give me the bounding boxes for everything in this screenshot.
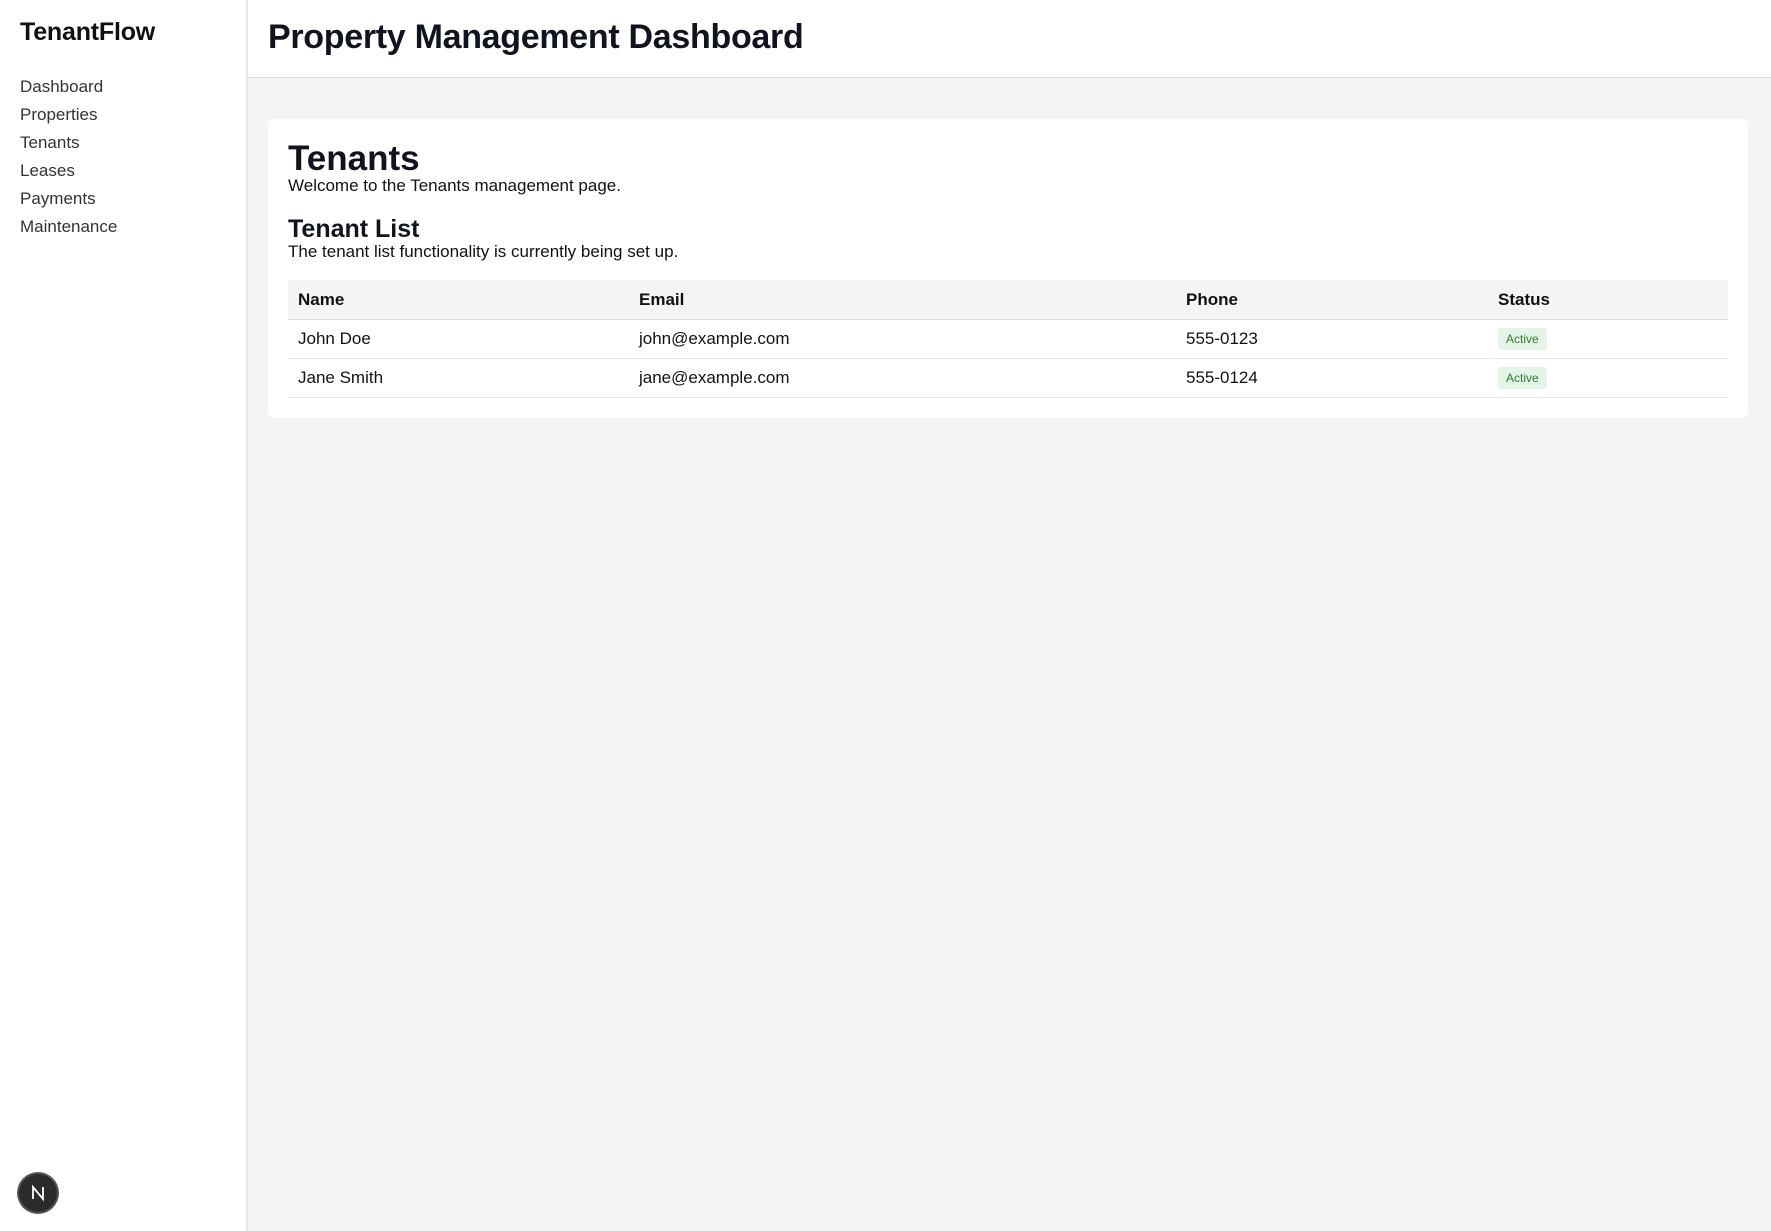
tenants-card: Tenants Welcome to the Tenants managemen… xyxy=(268,119,1748,418)
tenant-status-cell: Active xyxy=(1488,319,1728,359)
intro-text: Welcome to the Tenants management page. xyxy=(288,176,621,195)
column-header-email: Email xyxy=(629,280,1176,320)
sidebar-item-properties[interactable]: Properties xyxy=(20,104,117,132)
tenant-list-note: The tenant list functionality is current… xyxy=(288,242,679,261)
tenant-name: Jane Smith xyxy=(288,358,629,398)
nextjs-logo-icon xyxy=(32,1184,44,1202)
main-content: Property Management Dashboard Tenants We… xyxy=(248,0,1771,1231)
tenant-email: john@example.com xyxy=(629,319,1176,359)
nextjs-devtools-button[interactable] xyxy=(19,1174,57,1212)
tenant-email: jane@example.com xyxy=(629,358,1176,398)
sidebar-item-dashboard[interactable]: Dashboard xyxy=(20,76,117,104)
tenant-table: Name Email Phone Status John Doe john@ex… xyxy=(288,280,1728,398)
brand-logo[interactable]: TenantFlow xyxy=(20,18,155,47)
sidebar-item-tenants[interactable]: Tenants xyxy=(20,132,117,160)
table-row[interactable]: Jane Smith jane@example.com 555-0124 Act… xyxy=(288,358,1728,398)
sidebar-nav: Dashboard Properties Tenants Leases Paym… xyxy=(20,76,117,244)
top-header: Property Management Dashboard xyxy=(248,0,1771,78)
tenant-name: John Doe xyxy=(288,319,629,359)
page-title: Property Management Dashboard xyxy=(268,18,804,56)
section-heading: Tenants xyxy=(288,139,420,178)
table-row[interactable]: John Doe john@example.com 555-0123 Activ… xyxy=(288,319,1728,359)
sidebar-item-payments[interactable]: Payments xyxy=(20,188,117,216)
column-header-phone: Phone xyxy=(1176,280,1488,320)
sidebar: TenantFlow Dashboard Properties Tenants … xyxy=(0,0,248,1231)
table-header-row: Name Email Phone Status xyxy=(288,280,1728,320)
sidebar-item-maintenance[interactable]: Maintenance xyxy=(20,216,117,244)
column-header-name: Name xyxy=(288,280,629,320)
status-badge: Active xyxy=(1498,328,1547,350)
column-header-status: Status xyxy=(1488,280,1728,320)
sidebar-item-leases[interactable]: Leases xyxy=(20,160,117,188)
tenant-status-cell: Active xyxy=(1488,358,1728,398)
app-root: TenantFlow Dashboard Properties Tenants … xyxy=(0,0,1771,1231)
tenant-list-heading: Tenant List xyxy=(288,215,420,243)
tenant-phone: 555-0123 xyxy=(1176,319,1488,359)
tenant-phone: 555-0124 xyxy=(1176,358,1488,398)
status-badge: Active xyxy=(1498,367,1547,389)
